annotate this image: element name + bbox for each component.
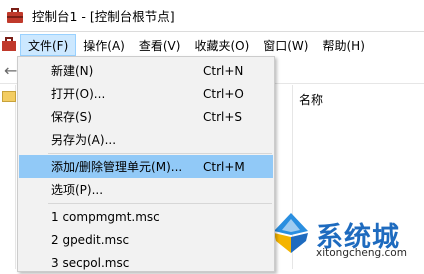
- menu-item-label: 1 compmgmt.msc: [51, 209, 160, 224]
- menu-item-recent-1[interactable]: 1 compmgmt.msc: [19, 205, 273, 228]
- menu-item-recent-2[interactable]: 2 gpedit.msc: [19, 228, 273, 251]
- mmc-window: 控制台1 - [控制台根节点] 文件(F) 操作(A) 查看(V) 收藏夹(O)…: [0, 0, 424, 272]
- column-header-name[interactable]: 名称: [299, 91, 323, 108]
- title-bar: 控制台1 - [控制台根节点]: [0, 0, 424, 32]
- menu-item-add-remove-snapin[interactable]: 添加/删除管理单元(M)... Ctrl+M: [19, 155, 273, 178]
- menu-item-new[interactable]: 新建(N) Ctrl+N: [19, 59, 273, 82]
- menu-item-shortcut: Ctrl+N: [203, 63, 244, 78]
- file-menu-dropdown: 新建(N) Ctrl+N 打开(O)... Ctrl+O 保存(S) Ctrl+…: [17, 56, 275, 272]
- menu-item-recent-3[interactable]: 3 secpol.msc: [19, 251, 273, 274]
- menu-favorites[interactable]: 收藏夹(O): [187, 34, 256, 56]
- menu-item-shortcut: Ctrl+S: [203, 109, 243, 124]
- menu-item-save[interactable]: 保存(S) Ctrl+S: [19, 105, 273, 128]
- menu-separator: [48, 153, 272, 154]
- toolbox-icon: [6, 7, 24, 25]
- menu-item-options[interactable]: 选项(P)...: [19, 178, 273, 201]
- menu-item-label: 2 gpedit.msc: [51, 232, 130, 247]
- watermark-logo: 系统城 xitongcheng.com: [266, 209, 424, 269]
- menu-item-label: 另存为(A)...: [51, 133, 117, 147]
- menu-item-save-as[interactable]: 另存为(A)...: [19, 128, 273, 151]
- system-menu-icon[interactable]: [0, 35, 20, 55]
- folder-icon[interactable]: [2, 91, 16, 102]
- tree-pane: [0, 85, 16, 269]
- menu-item-label: 3 secpol.msc: [51, 255, 130, 270]
- menu-item-label: 打开(O)...: [51, 87, 106, 101]
- menu-view[interactable]: 查看(V): [132, 34, 188, 56]
- menu-file[interactable]: 文件(F): [20, 34, 77, 56]
- menu-item-label: 新建(N): [51, 64, 94, 78]
- menu-item-open[interactable]: 打开(O)... Ctrl+O: [19, 82, 273, 105]
- menu-bar: 文件(F) 操作(A) 查看(V) 收藏夹(O) 窗口(W) 帮助(H): [0, 33, 424, 57]
- menu-item-label: 选项(P)...: [51, 183, 104, 197]
- menu-help[interactable]: 帮助(H): [315, 34, 371, 56]
- menu-item-label: 保存(S): [51, 110, 92, 124]
- menu-window[interactable]: 窗口(W): [256, 34, 315, 56]
- menu-action[interactable]: 操作(A): [76, 34, 132, 56]
- menu-item-shortcut: Ctrl+M: [203, 159, 245, 174]
- menu-item-shortcut: Ctrl+O: [203, 86, 244, 101]
- window-title: 控制台1 - [控制台根节点]: [32, 9, 175, 24]
- watermark-url: xitongcheng.com: [316, 247, 407, 259]
- menu-separator: [48, 203, 272, 204]
- menu-item-label: 添加/删除管理单元(M)...: [51, 160, 183, 174]
- diamond-logo-icon: [274, 213, 308, 253]
